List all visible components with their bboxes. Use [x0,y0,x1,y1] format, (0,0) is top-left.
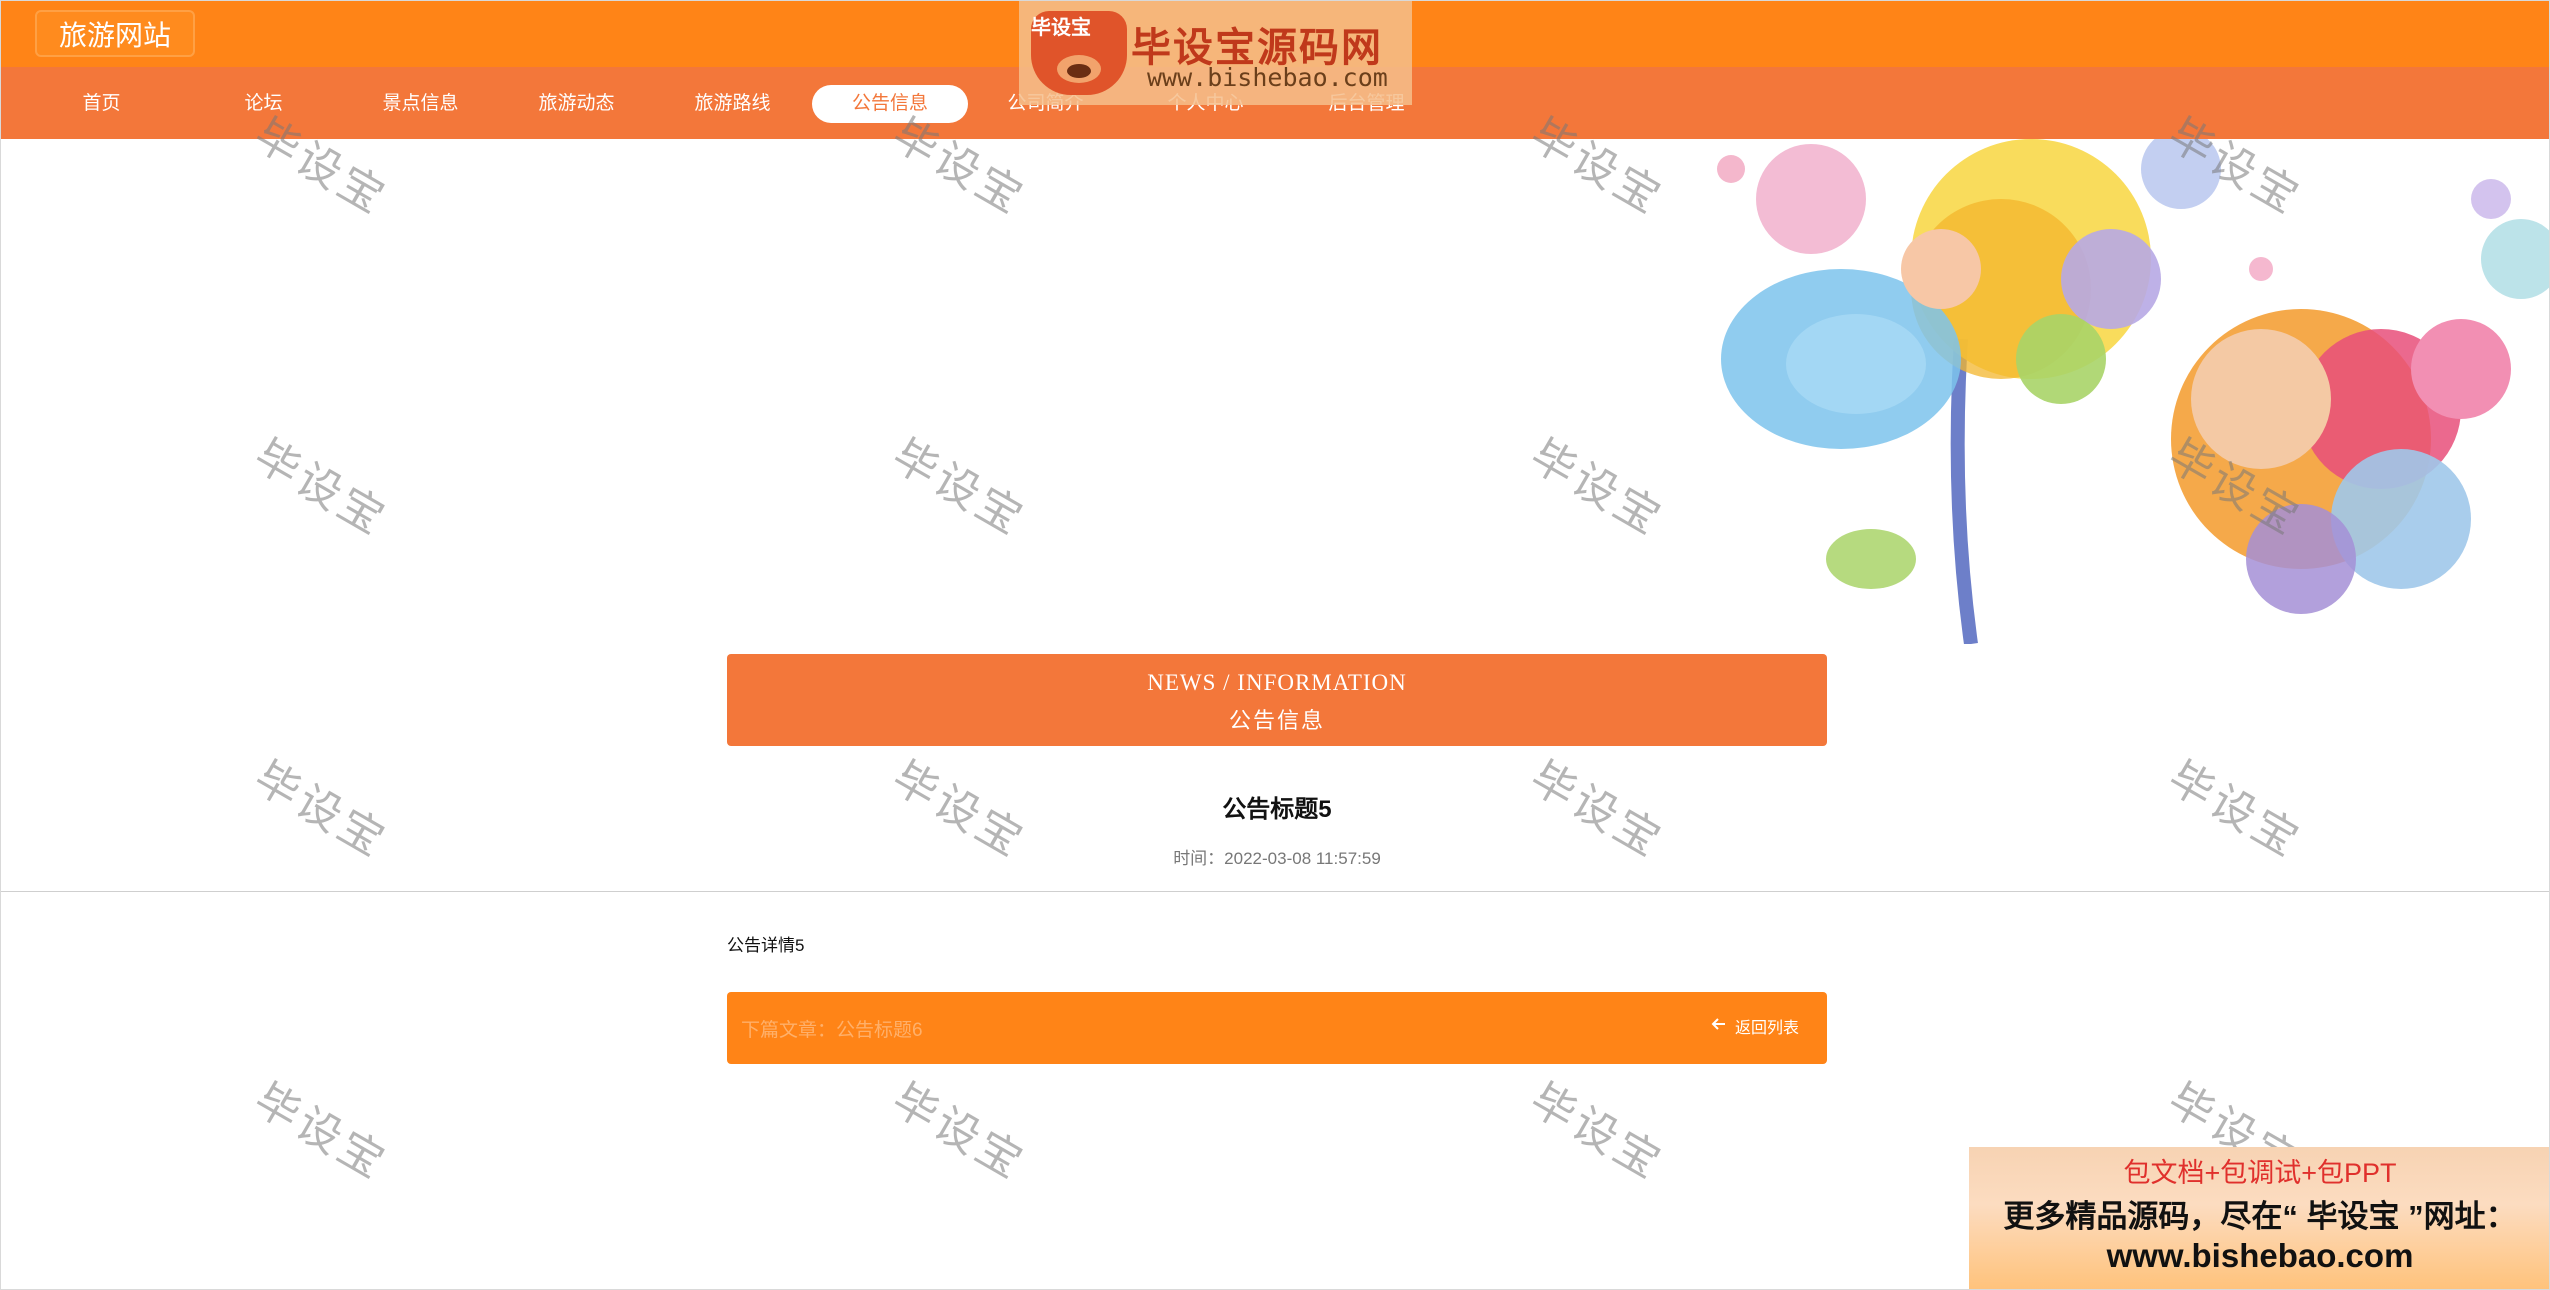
banner-carousel[interactable] [1,139,2549,644]
promo-banner[interactable]: 包文档+包调试+包PPT 更多精品源码，尽在“ 毕设宝 ”网址： www.bis… [1969,1147,2549,1289]
article-title: 公告标题5 [1222,796,1332,823]
promo-line-3: www.bishebao.com [2106,1237,2414,1274]
nav-item-forum[interactable]: 论坛 [201,85,326,123]
back-to-list-button[interactable]: 返回列表 [1711,1014,1799,1038]
promo-line-2: 更多精品源码，尽在“ 毕设宝 ”网址： [2003,1199,2517,1234]
section-title-en: NEWS / INFORMATION [1147,670,1407,695]
next-article-link[interactable]: 下篇文章：公告标题6 [741,1015,923,1042]
section-title-cn: 公告信息 [1228,708,1325,733]
promo-line-1: 包文档+包调试+包PPT [2123,1158,2397,1188]
watermark-text: 毕设宝 [884,1074,1034,1190]
watermark-text: 毕设宝 [246,752,396,868]
article-nav-bar: 下篇文章：公告标题6 返回列表 [727,992,1827,1064]
nav-item-attractions[interactable]: 景点信息 [358,85,483,123]
flower-illustration [1701,139,2549,644]
divider [1,891,2549,892]
nav-item-travel-news[interactable]: 旅游动态 [514,85,639,123]
article-body: 公告详情5 [727,936,805,955]
nav-item-announcements[interactable]: 公告信息 [812,85,968,123]
page: 旅游网站 首页 论坛 景点信息 旅游动态 旅游路线 公告信息 公司简介 个人中心… [0,0,2550,1290]
bishebao-logo: 毕设宝 毕设宝源码网 www.bishebao.com [1019,1,1412,105]
logo-url-text: www.bishebao.com [1147,63,1388,92]
logo-badge-text: 毕设宝 [1031,17,1091,39]
back-to-list-label: 返回列表 [1734,1020,1799,1037]
nav-item-home[interactable]: 首页 [39,85,164,123]
watermark-text: 毕设宝 [246,1074,396,1190]
watermark-text: 毕设宝 [1522,1074,1672,1190]
section-header: NEWS / INFORMATION 公告信息 [727,654,1827,746]
article-time: 时间：2022-03-08 11:57:59 [1173,849,1381,868]
arrow-left-icon [1711,1016,1727,1037]
watermark-text: 毕设宝 [2160,752,2310,868]
nav-item-routes[interactable]: 旅游路线 [670,85,795,123]
site-title[interactable]: 旅游网站 [35,10,196,57]
